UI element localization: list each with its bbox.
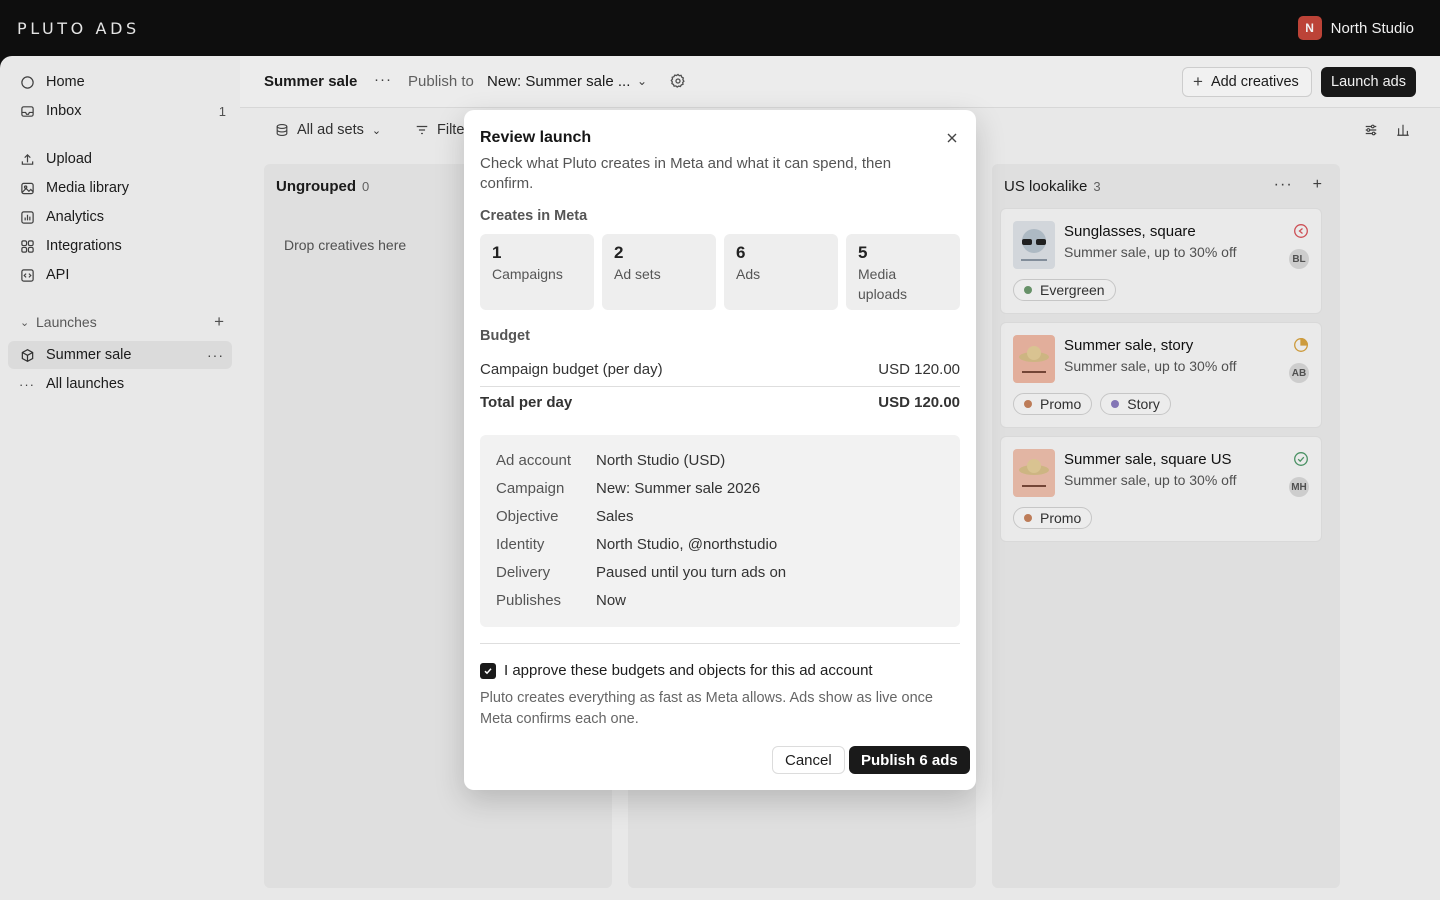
review-launch-dialog: Review launch Check what Pluto creates i… [464, 110, 976, 790]
publish-ads-button[interactable]: Publish 6 ads [849, 746, 970, 774]
close-icon[interactable] [944, 130, 960, 146]
dialog-divider [480, 643, 960, 644]
creates-in-meta-heading: Creates in Meta [480, 208, 588, 224]
launch-details: Ad account North Studio (USD) Campaign New… [480, 435, 960, 627]
detail-publishes: Publishes Now [496, 592, 627, 609]
stat-media-uploads: 5 Media uploads [846, 234, 960, 310]
cancel-button[interactable]: Cancel [772, 746, 845, 774]
dialog-description: Check what Pluto creates in Meta and wha… [480, 155, 892, 192]
stat-campaigns: 1 Campaigns [480, 234, 594, 310]
detail-ad-account: Ad account North Studio (USD) [496, 452, 726, 469]
dialog-title: Review launch [480, 129, 592, 146]
check-icon [484, 667, 492, 674]
approve-checkbox[interactable] [480, 662, 496, 679]
budget-row-total: Total per day USD 120.00 [480, 394, 960, 411]
approve-checkbox-row[interactable]: I approve these budgets and objects for … [480, 662, 873, 679]
detail-identity: Identity North Studio, @northstudio [496, 536, 778, 553]
approve-label: I approve these budgets and objects for … [504, 662, 873, 679]
creates-stats: 1 Campaigns 2 Ad sets 6 Ads 5 Media uploads [480, 234, 960, 310]
stat-ads: 6 Ads [724, 234, 838, 310]
budget-row-campaign: Campaign budget (per day) USD 120.00 [480, 361, 960, 378]
detail-delivery: Delivery Paused until you turn ads on [496, 564, 787, 581]
detail-campaign: Campaign New: Summer sale 2026 [496, 480, 761, 497]
detail-objective: Objective Sales [496, 508, 634, 525]
budget-heading: Budget [480, 328, 530, 344]
publish-note: Pluto creates everything as fast as Meta… [480, 690, 933, 727]
stat-ad-sets: 2 Ad sets [602, 234, 716, 310]
budget-divider [480, 386, 960, 387]
